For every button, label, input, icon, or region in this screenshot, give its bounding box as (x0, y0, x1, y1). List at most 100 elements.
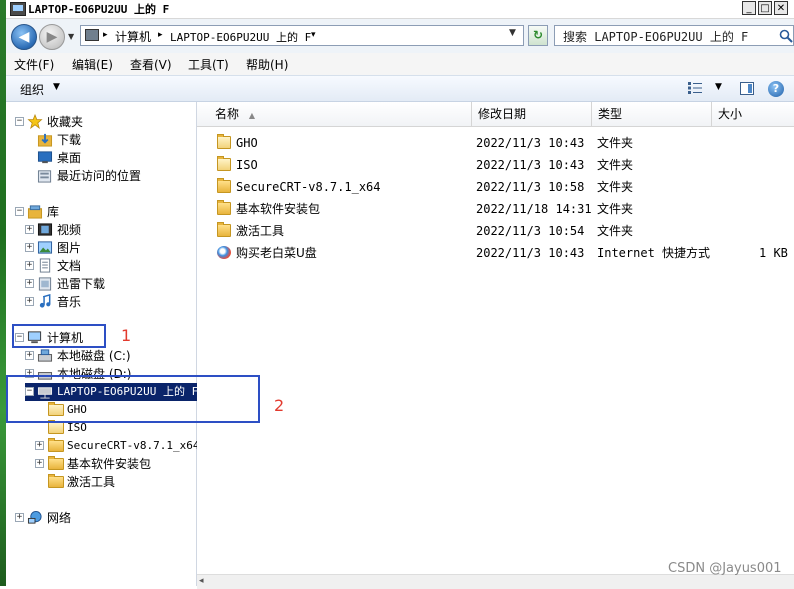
breadcrumb-current[interactable]: LAPTOP-EO6PU2UU 上的 F (170, 29, 311, 45)
back-button[interactable]: ◀ (11, 24, 37, 50)
file-name: 基本软件安装包 (236, 202, 321, 216)
menu-help[interactable]: 帮助(H) (246, 56, 288, 73)
library-icon (27, 205, 43, 219)
help-icon[interactable]: ? (768, 81, 784, 97)
menu-tools[interactable]: 工具(T) (188, 56, 229, 73)
window-title: LAPTOP-EO6PU2UU 上的 F (28, 3, 170, 16)
tree-item-libraries[interactable]: − 库 (6, 203, 196, 221)
file-type: Internet 快捷方式 (597, 246, 711, 260)
file-date: 2022/11/3 10:54 (476, 224, 585, 238)
file-date: 2022/11/3 10:43 (476, 158, 585, 172)
file-row[interactable]: 购买老白菜U盘 2022/11/3 10:43 Internet 快捷方式 1 … (197, 242, 794, 264)
file-date: 2022/11/3 10:43 (476, 246, 585, 260)
file-date: 2022/11/3 10:43 (476, 136, 585, 150)
sort-arrow-icon: ▲ (248, 111, 255, 120)
menu-edit[interactable]: 编辑(E) (72, 56, 113, 73)
column-date[interactable]: 修改日期 (471, 102, 591, 126)
file-name: 激活工具 (236, 224, 285, 238)
breadcrumb-computer[interactable]: 计算机 (115, 28, 151, 45)
tree-item-pictures[interactable]: + 图片 (6, 239, 196, 257)
expand-icon[interactable]: + (25, 351, 34, 360)
search-icon[interactable] (779, 29, 793, 43)
search-placeholder: 搜索 LAPTOP-EO6PU2UU 上的 F (563, 30, 749, 44)
tree-item-videos[interactable]: + 视频 (6, 221, 196, 239)
expand-icon[interactable]: + (25, 261, 34, 270)
expand-icon[interactable]: + (25, 225, 34, 234)
tree-item-network[interactable]: + 网络 (6, 509, 196, 527)
file-row[interactable]: ISO 2022/11/3 10:43 文件夹 (197, 154, 794, 176)
file-type: 文件夹 (597, 224, 634, 238)
tree-item-activation-tools[interactable]: 激活工具 (6, 473, 196, 491)
expand-icon[interactable]: + (15, 513, 24, 522)
refresh-button[interactable]: ↻ (528, 25, 548, 46)
tree-item-software-packages[interactable]: + 基本软件安装包 (6, 455, 196, 473)
folder-icon (48, 456, 64, 470)
column-name-label: 名称 (215, 107, 240, 121)
expand-icon[interactable]: + (25, 243, 34, 252)
expand-icon[interactable]: + (35, 459, 44, 468)
file-row[interactable]: GHO 2022/11/3 10:43 文件夹 (197, 132, 794, 154)
tree-item-xunlei-downloads[interactable]: + 迅雷下载 (6, 275, 196, 293)
tree-item-music[interactable]: + 音乐 (6, 293, 196, 311)
search-input[interactable]: 搜索 LAPTOP-EO6PU2UU 上的 F (554, 25, 794, 46)
organize-button[interactable]: 组织 (20, 81, 44, 98)
address-dropdown-icon[interactable]: ▼ (509, 28, 516, 38)
file-row[interactable]: 激活工具 2022/11/3 10:54 文件夹 (197, 220, 794, 242)
download-folder-icon (37, 133, 53, 147)
expand-icon[interactable]: + (25, 279, 34, 288)
watermark: CSDN @Jayus001 (668, 561, 782, 576)
folder-icon (217, 222, 231, 237)
address-bar[interactable]: ▸ 计算机 ▸ LAPTOP-EO6PU2UU 上的 F ▾ ▼ (80, 25, 524, 46)
tree-item-drive-c[interactable]: + 本地磁盘 (C:) (6, 347, 196, 365)
file-row[interactable]: 基本软件安装包 2022/11/18 14:31 文件夹 (197, 198, 794, 220)
horizontal-scrollbar[interactable]: ◂ (197, 574, 794, 589)
video-icon (37, 223, 53, 236)
forward-button[interactable]: ▶ (39, 24, 65, 50)
tree-item-downloads[interactable]: 下载 (6, 131, 196, 149)
column-name[interactable]: 名称 ▲ (209, 102, 471, 126)
hard-drive-icon (37, 349, 53, 362)
file-type: 文件夹 (597, 202, 634, 216)
tree-item-documents[interactable]: + 文档 (6, 257, 196, 275)
expand-icon[interactable]: + (25, 297, 34, 306)
column-header: 名称 ▲ 修改日期 类型 大小 (197, 102, 794, 127)
collapse-icon[interactable]: − (15, 117, 24, 126)
tree-item-favorites[interactable]: − 收藏夹 (6, 113, 196, 131)
expand-icon[interactable]: + (35, 441, 44, 450)
chevron-down-icon[interactable]: ▼ (53, 82, 60, 92)
column-type[interactable]: 类型 (591, 102, 711, 126)
tree-item-recent-places[interactable]: 最近访问的位置 (6, 167, 196, 185)
tree-label: 文档 (57, 259, 82, 273)
menu-view[interactable]: 查看(V) (130, 56, 172, 73)
tree-label: 音乐 (57, 295, 82, 309)
tree-label: 基本软件安装包 (67, 457, 152, 471)
annotation-label-2: 2 (274, 396, 285, 415)
star-icon (27, 114, 43, 129)
tree-label: 图片 (57, 241, 82, 255)
column-size[interactable]: 大小 (711, 102, 794, 126)
breadcrumb-separator[interactable]: ▸ (103, 30, 108, 40)
annotation-box-2 (6, 375, 260, 423)
tree-label: 桌面 (57, 151, 82, 165)
document-icon (39, 258, 51, 273)
file-type: 文件夹 (597, 158, 634, 172)
close-button[interactable]: ✕ (774, 1, 788, 15)
history-dropdown-icon[interactable]: ▼ (68, 32, 74, 41)
view-options-icon[interactable] (688, 82, 702, 94)
minimize-button[interactable]: _ (742, 1, 756, 15)
chevron-down-icon[interactable]: ▼ (715, 82, 722, 92)
menu-file[interactable]: 文件(F) (14, 56, 54, 73)
collapse-icon[interactable]: − (15, 207, 24, 216)
annotation-label-1: 1 (121, 326, 132, 345)
file-type: 文件夹 (597, 136, 634, 150)
tree-item-desktop[interactable]: 桌面 (6, 149, 196, 167)
file-row[interactable]: SecureCRT-v8.7.1_x64 2022/11/3 10:58 文件夹 (197, 176, 794, 198)
chevron-down-icon[interactable]: ▾ (311, 30, 316, 40)
folder-icon (217, 178, 231, 193)
maximize-button[interactable]: □ (758, 1, 772, 15)
scroll-left-icon[interactable]: ◂ (199, 576, 204, 586)
tree-item-securecrt[interactable]: + SecureCRT-v8.7.1_x64 (6, 437, 199, 455)
preview-pane-icon[interactable] (740, 82, 754, 95)
library-folder-icon (38, 277, 52, 291)
breadcrumb-separator[interactable]: ▸ (158, 30, 163, 40)
